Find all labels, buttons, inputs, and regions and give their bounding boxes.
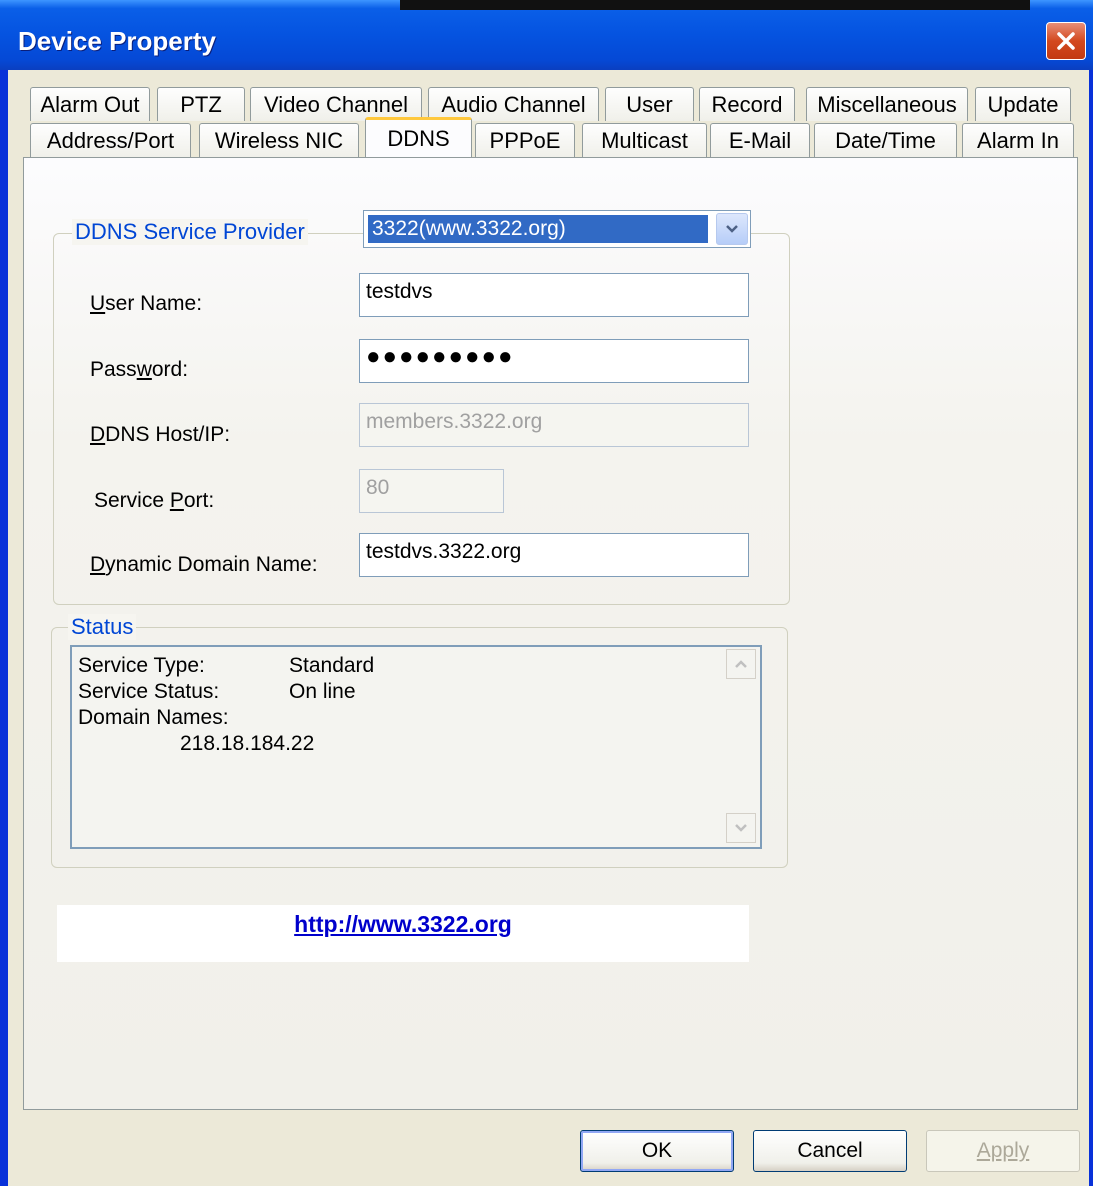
tab-alarm-in[interactable]: Alarm In — [962, 123, 1074, 157]
tab-miscellaneous[interactable]: Miscellaneous — [806, 87, 968, 121]
provider-link-box: http://www.3322.org — [57, 905, 749, 962]
title-bar[interactable]: Device Property — [0, 0, 1093, 70]
scroll-up-button[interactable] — [726, 649, 756, 679]
tab-user[interactable]: User — [605, 87, 694, 121]
tab-video-channel[interactable]: Video Channel — [250, 87, 422, 121]
status-textarea[interactable]: Service Type: Standard Service Status: O… — [70, 645, 762, 849]
password-field[interactable]: ●●●●●●●●● — [359, 339, 749, 383]
ddns-host-field: members.3322.org — [359, 403, 749, 447]
tab-record[interactable]: Record — [699, 87, 795, 121]
status-scrollbar[interactable] — [726, 649, 758, 845]
window-title: Device Property — [18, 26, 216, 56]
apply-label: Apply — [976, 1139, 1030, 1162]
cancel-button[interactable]: Cancel — [753, 1130, 907, 1172]
user-name-label: User Name: — [90, 292, 203, 315]
service-status-label: Service Status: — [78, 680, 220, 703]
tab-alarm-out[interactable]: Alarm Out — [30, 87, 150, 121]
close-button[interactable] — [1046, 22, 1086, 60]
service-type-label: Service Type: — [78, 654, 205, 677]
status-legend: Status — [68, 614, 137, 640]
service-port-field: 80 — [359, 469, 504, 513]
ddns-provider-value: 3322(www.3322.org) — [367, 214, 709, 244]
service-status-value: On line — [289, 680, 356, 703]
tab-multicast[interactable]: Multicast — [582, 123, 707, 157]
tab-e-mail[interactable]: E-Mail — [710, 123, 810, 157]
user-name-field[interactable]: testdvs — [359, 273, 749, 317]
domain-names-value: 218.18.184.22 — [180, 732, 315, 755]
dropdown-arrow-button[interactable] — [716, 213, 748, 245]
tab-row-back: Alarm Out PTZ Video Channel Audio Channel Us… — [0, 87, 1093, 123]
service-type-value: Standard — [289, 654, 375, 677]
ddns-provider-select[interactable]: 3322(www.3322.org) — [363, 210, 751, 248]
service-port-label: Service Port: — [94, 489, 215, 512]
apply-button[interactable]: Apply — [926, 1130, 1080, 1172]
dynamic-domain-label: Dynamic Domain Name: — [90, 553, 318, 576]
dynamic-domain-field[interactable]: testdvs.3322.org — [359, 533, 749, 577]
tab-update[interactable]: Update — [975, 87, 1071, 121]
tab-wireless-nic[interactable]: Wireless NIC — [199, 123, 359, 157]
chevron-up-icon — [735, 660, 747, 668]
domain-names-label: Domain Names: — [78, 706, 229, 729]
tab-row-front: Address/Port Wireless NIC DDNS PPPoE Multica… — [0, 117, 1093, 159]
provider-link[interactable]: http://www.3322.org — [57, 911, 749, 938]
tab-ptz[interactable]: PTZ — [157, 87, 245, 121]
close-icon — [1057, 32, 1075, 50]
chevron-down-icon — [726, 225, 738, 233]
tab-audio-channel[interactable]: Audio Channel — [428, 87, 599, 121]
tab-date-time[interactable]: Date/Time — [814, 123, 957, 157]
ok-button[interactable]: OK — [580, 1130, 734, 1172]
ddns-provider-legend: DDNS Service Provider — [72, 219, 308, 245]
ddns-host-label: DDNS Host/IP: — [90, 423, 231, 446]
tab-pppoe[interactable]: PPPoE — [475, 123, 575, 157]
tab-address-port[interactable]: Address/Port — [30, 123, 191, 157]
password-label: Password: — [90, 358, 189, 381]
chevron-down-icon — [735, 824, 747, 832]
tab-ddns[interactable]: DDNS — [365, 117, 472, 157]
scroll-down-button[interactable] — [726, 813, 756, 843]
